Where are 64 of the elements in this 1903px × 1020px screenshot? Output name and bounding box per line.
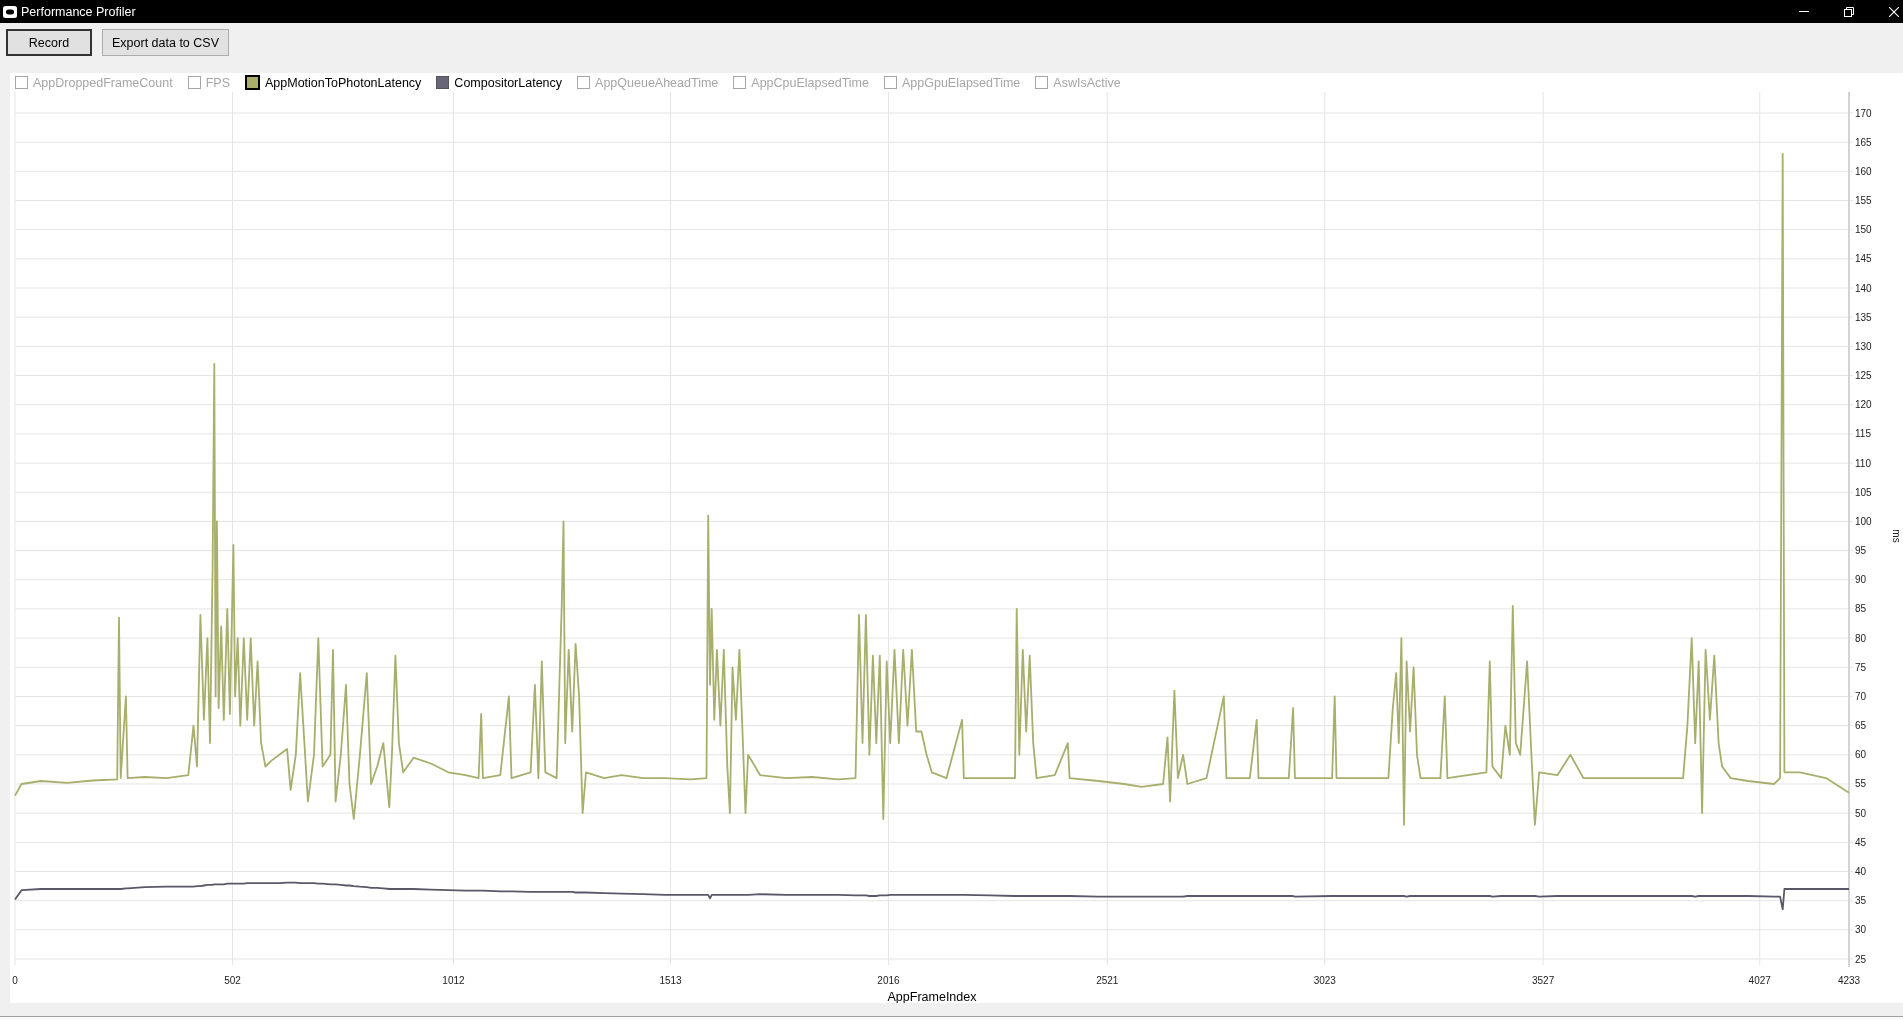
y-tick-label: 90: [1855, 574, 1867, 586]
window-title: Performance Profiler: [21, 4, 136, 19]
checkbox[interactable]: [883, 76, 897, 89]
y-tick-label: 70: [1855, 690, 1867, 702]
checkbox[interactable]: [1035, 76, 1049, 89]
y-tick-label: 120: [1855, 399, 1872, 411]
x-tick-label: 1012: [442, 975, 465, 986]
y-tick-label: 130: [1855, 340, 1872, 352]
toolbar-button[interactable]: Record: [6, 29, 92, 56]
x-tick-label: 3527: [1532, 975, 1555, 986]
y-tick-label: 125: [1855, 370, 1872, 382]
restore-icon[interactable]: [1844, 6, 1854, 17]
checkbox[interactable]: [187, 76, 201, 89]
series-toggle[interactable]: AswIsActive: [1035, 75, 1121, 90]
y-tick-label: 155: [1855, 195, 1872, 206]
series-toggle[interactable]: AppMotionToPhotonLatency: [245, 75, 422, 90]
x-axis-title: AppFrameIndex: [887, 990, 977, 1003]
y-tick-label: 150: [1855, 224, 1872, 236]
y-tick-label: 55: [1855, 778, 1867, 790]
y-tick-label: 65: [1855, 720, 1867, 732]
y-tick-label: 95: [1855, 545, 1867, 557]
checkbox[interactable]: [245, 75, 260, 90]
y-tick-label: 145: [1855, 253, 1872, 265]
x-tick-label: 2016: [877, 975, 900, 986]
close-icon[interactable]: [1889, 6, 1899, 17]
y-tick-label: 140: [1855, 282, 1872, 294]
y-tick-label: 105: [1855, 486, 1872, 498]
x-tick-label: 2521: [1096, 975, 1119, 986]
x-tick-label: 4027: [1748, 975, 1771, 986]
y-tick-label: 75: [1855, 661, 1867, 673]
y-tick-label: 165: [1855, 136, 1872, 148]
x-tick-label: 4233: [1837, 975, 1861, 986]
checkbox[interactable]: [436, 76, 450, 89]
y-tick-label: 85: [1855, 603, 1867, 615]
y-tick-label: 115: [1855, 428, 1871, 440]
checkbox[interactable]: [733, 76, 747, 89]
y-tick-label: 40: [1855, 866, 1867, 877]
x-tick-label: 3023: [1313, 975, 1336, 986]
y-tick-label: 30: [1855, 924, 1867, 936]
y-tick-label: 80: [1855, 632, 1867, 644]
x-tick-label: 502: [224, 975, 241, 986]
y-tick-label: 160: [1855, 165, 1872, 177]
y-tick-label: 25: [1855, 953, 1867, 965]
y-tick-label: 110: [1855, 457, 1871, 469]
y-tick-label: 45: [1855, 836, 1867, 848]
series-toggle[interactable]: AppCpuElapsedTime: [733, 75, 869, 90]
y-tick-label: 50: [1855, 807, 1867, 819]
y-axis-title: ms: [1891, 529, 1902, 543]
x-tick-label: 1513: [659, 975, 682, 986]
y-tick-label: 60: [1855, 749, 1867, 761]
series-toggle[interactable]: AppDroppedFrameCount: [15, 75, 173, 90]
series-toggle[interactable]: AppQueueAheadTime: [577, 75, 719, 90]
y-tick-label: 135: [1855, 311, 1872, 323]
y-tick-label: 35: [1855, 895, 1867, 907]
series-toggle[interactable]: FPS: [187, 75, 230, 90]
series-toggle[interactable]: CompositorLatency: [436, 75, 563, 90]
toolbar-button[interactable]: Export data to CSV: [102, 29, 229, 56]
x-tick-label: 0: [12, 975, 18, 986]
checkbox[interactable]: [15, 76, 28, 89]
app-icon: [3, 5, 17, 18]
y-tick-label: 170: [1855, 107, 1872, 119]
y-tick-label: 100: [1855, 515, 1872, 527]
checkbox[interactable]: [577, 76, 591, 89]
series-toggle[interactable]: AppGpuElapsedTime: [883, 75, 1021, 90]
